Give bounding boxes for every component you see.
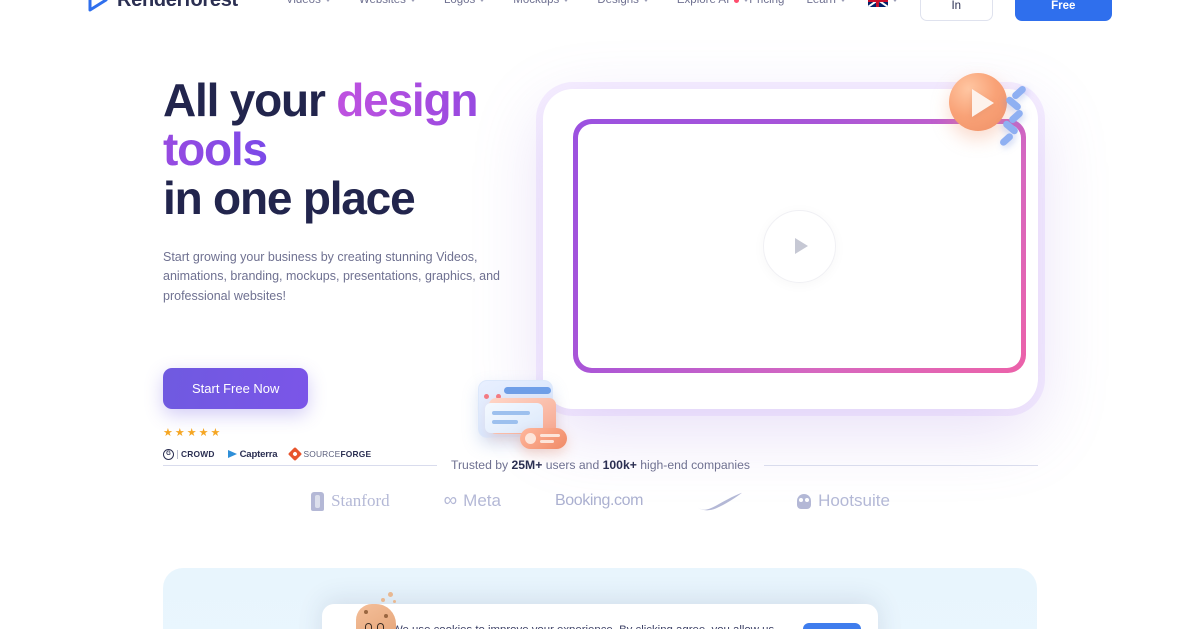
hootsuite-owl-icon [797,493,812,509]
stanford-label: Stanford [331,491,390,510]
cookie-character-icon [348,590,400,629]
nav-item-explore-ai[interactable]: Explore AI [676,0,750,6]
logo-nike [697,492,743,511]
uk-flag-icon [867,0,888,7]
nav-item-websites[interactable]: Websites [359,0,416,6]
nav-label: Pricing [749,0,785,6]
logo[interactable]: Renderforest [88,0,238,12]
hero-illustration [478,73,1045,449]
star-icon: ★ [210,426,221,439]
placeholder-line [492,420,518,424]
hero-title-line1-prefix: All your [163,74,337,126]
nav-label: Mockups [513,0,560,6]
client-logos: Stanford ∞ Meta Booking.com Hootsuite [163,490,1038,512]
logo-booking: Booking.com [554,492,644,510]
meta-label: Meta [463,491,501,510]
star-icon: ★ [163,426,173,439]
chevron-down-icon [563,0,570,2]
nav-item-pricing[interactable]: Pricing [749,0,784,6]
meta-infinity-icon: ∞ [443,490,458,511]
star-icon: ★ [174,426,185,439]
nav-label: Explore AI [676,0,730,6]
trusted-by-row: Trusted by 25M+ users and 100k+ high-end… [163,458,1038,472]
chevron-down-icon [409,0,416,2]
play-badge-3d-icon [941,67,1033,163]
cookie-banner: We use cookies to improve your experienc… [322,592,878,629]
nav-item-designs[interactable]: Designs [597,0,649,6]
star-icon: ★ [198,426,209,439]
nav-item-logos[interactable]: Logos [443,0,486,6]
cookie-text: We use cookies to improve your experienc… [392,618,792,629]
agree-button[interactable]: AGREE [803,623,861,629]
landing-page: Renderforest Videos Websites Logos Mocku… [0,0,1200,629]
lightning-bolt-icon [997,84,1031,151]
chevron-down-icon [839,0,846,2]
language-selector[interactable] [867,0,898,7]
nav-label: Learn [806,0,836,6]
hootsuite-label: Hootsuite [818,491,890,510]
new-badge-dot-icon [734,0,740,3]
logo-hootsuite: Hootsuite [797,491,890,511]
hero-title-line2: in one place [163,172,416,225]
chevron-down-icon [891,0,898,2]
divider-right [764,464,1038,466]
start-free-now-button[interactable]: Start Free Now [163,367,309,409]
logo-stanford: Stanford [311,491,390,511]
cookie-eye-left [365,623,372,629]
browser-window-3d-icon [473,376,573,454]
cookie-eye-right [377,623,384,629]
booking-label: Booking.com [554,492,644,509]
chevron-down-icon [324,0,331,2]
logo-meta: ∞ Meta [444,490,501,512]
nav-item-learn[interactable]: Learn [806,0,846,6]
try-for-free-button[interactable]: Try for Free [1014,0,1112,21]
divider-left [163,464,437,466]
nav-label: Designs [597,0,639,6]
nav-item-mockups[interactable]: Mockups [513,0,570,6]
logo-text: Renderforest [117,0,238,12]
play-button[interactable] [763,209,836,283]
play-triangle-icon [972,89,994,117]
orange-tag [520,428,567,449]
trusted-by-text: Trusted by 25M+ users and 100k+ high-end… [450,458,751,472]
nav-item-videos[interactable]: Videos [286,0,331,6]
address-bar [504,387,551,394]
cookie-body [356,604,396,629]
nav-label: Logos [443,0,476,6]
renderforest-play-icon [88,0,110,12]
page-title: All your design tools in one place [163,74,533,225]
browser-titlebar [484,386,551,399]
sign-in-button[interactable]: Sign In [919,0,993,21]
play-icon [795,238,808,254]
stanford-tree-icon [311,491,325,511]
nav-label: Websites [358,0,406,6]
window-dot-red [484,394,489,399]
chevron-down-icon [479,0,486,2]
placeholder-line [492,411,530,415]
main-nav: Videos Websites Logos Mockups Designs Ex… [286,0,750,6]
nav-label: Videos [285,0,321,6]
chevron-down-icon [642,0,649,2]
hero-subtitle: Start growing your business by creating … [163,249,500,304]
nike-swoosh-icon [698,492,743,510]
site-header: Renderforest Videos Websites Logos Mocku… [0,0,1200,28]
header-actions: Pricing Learn Sign In Try for Free [749,0,1112,21]
star-icon: ★ [186,426,197,439]
